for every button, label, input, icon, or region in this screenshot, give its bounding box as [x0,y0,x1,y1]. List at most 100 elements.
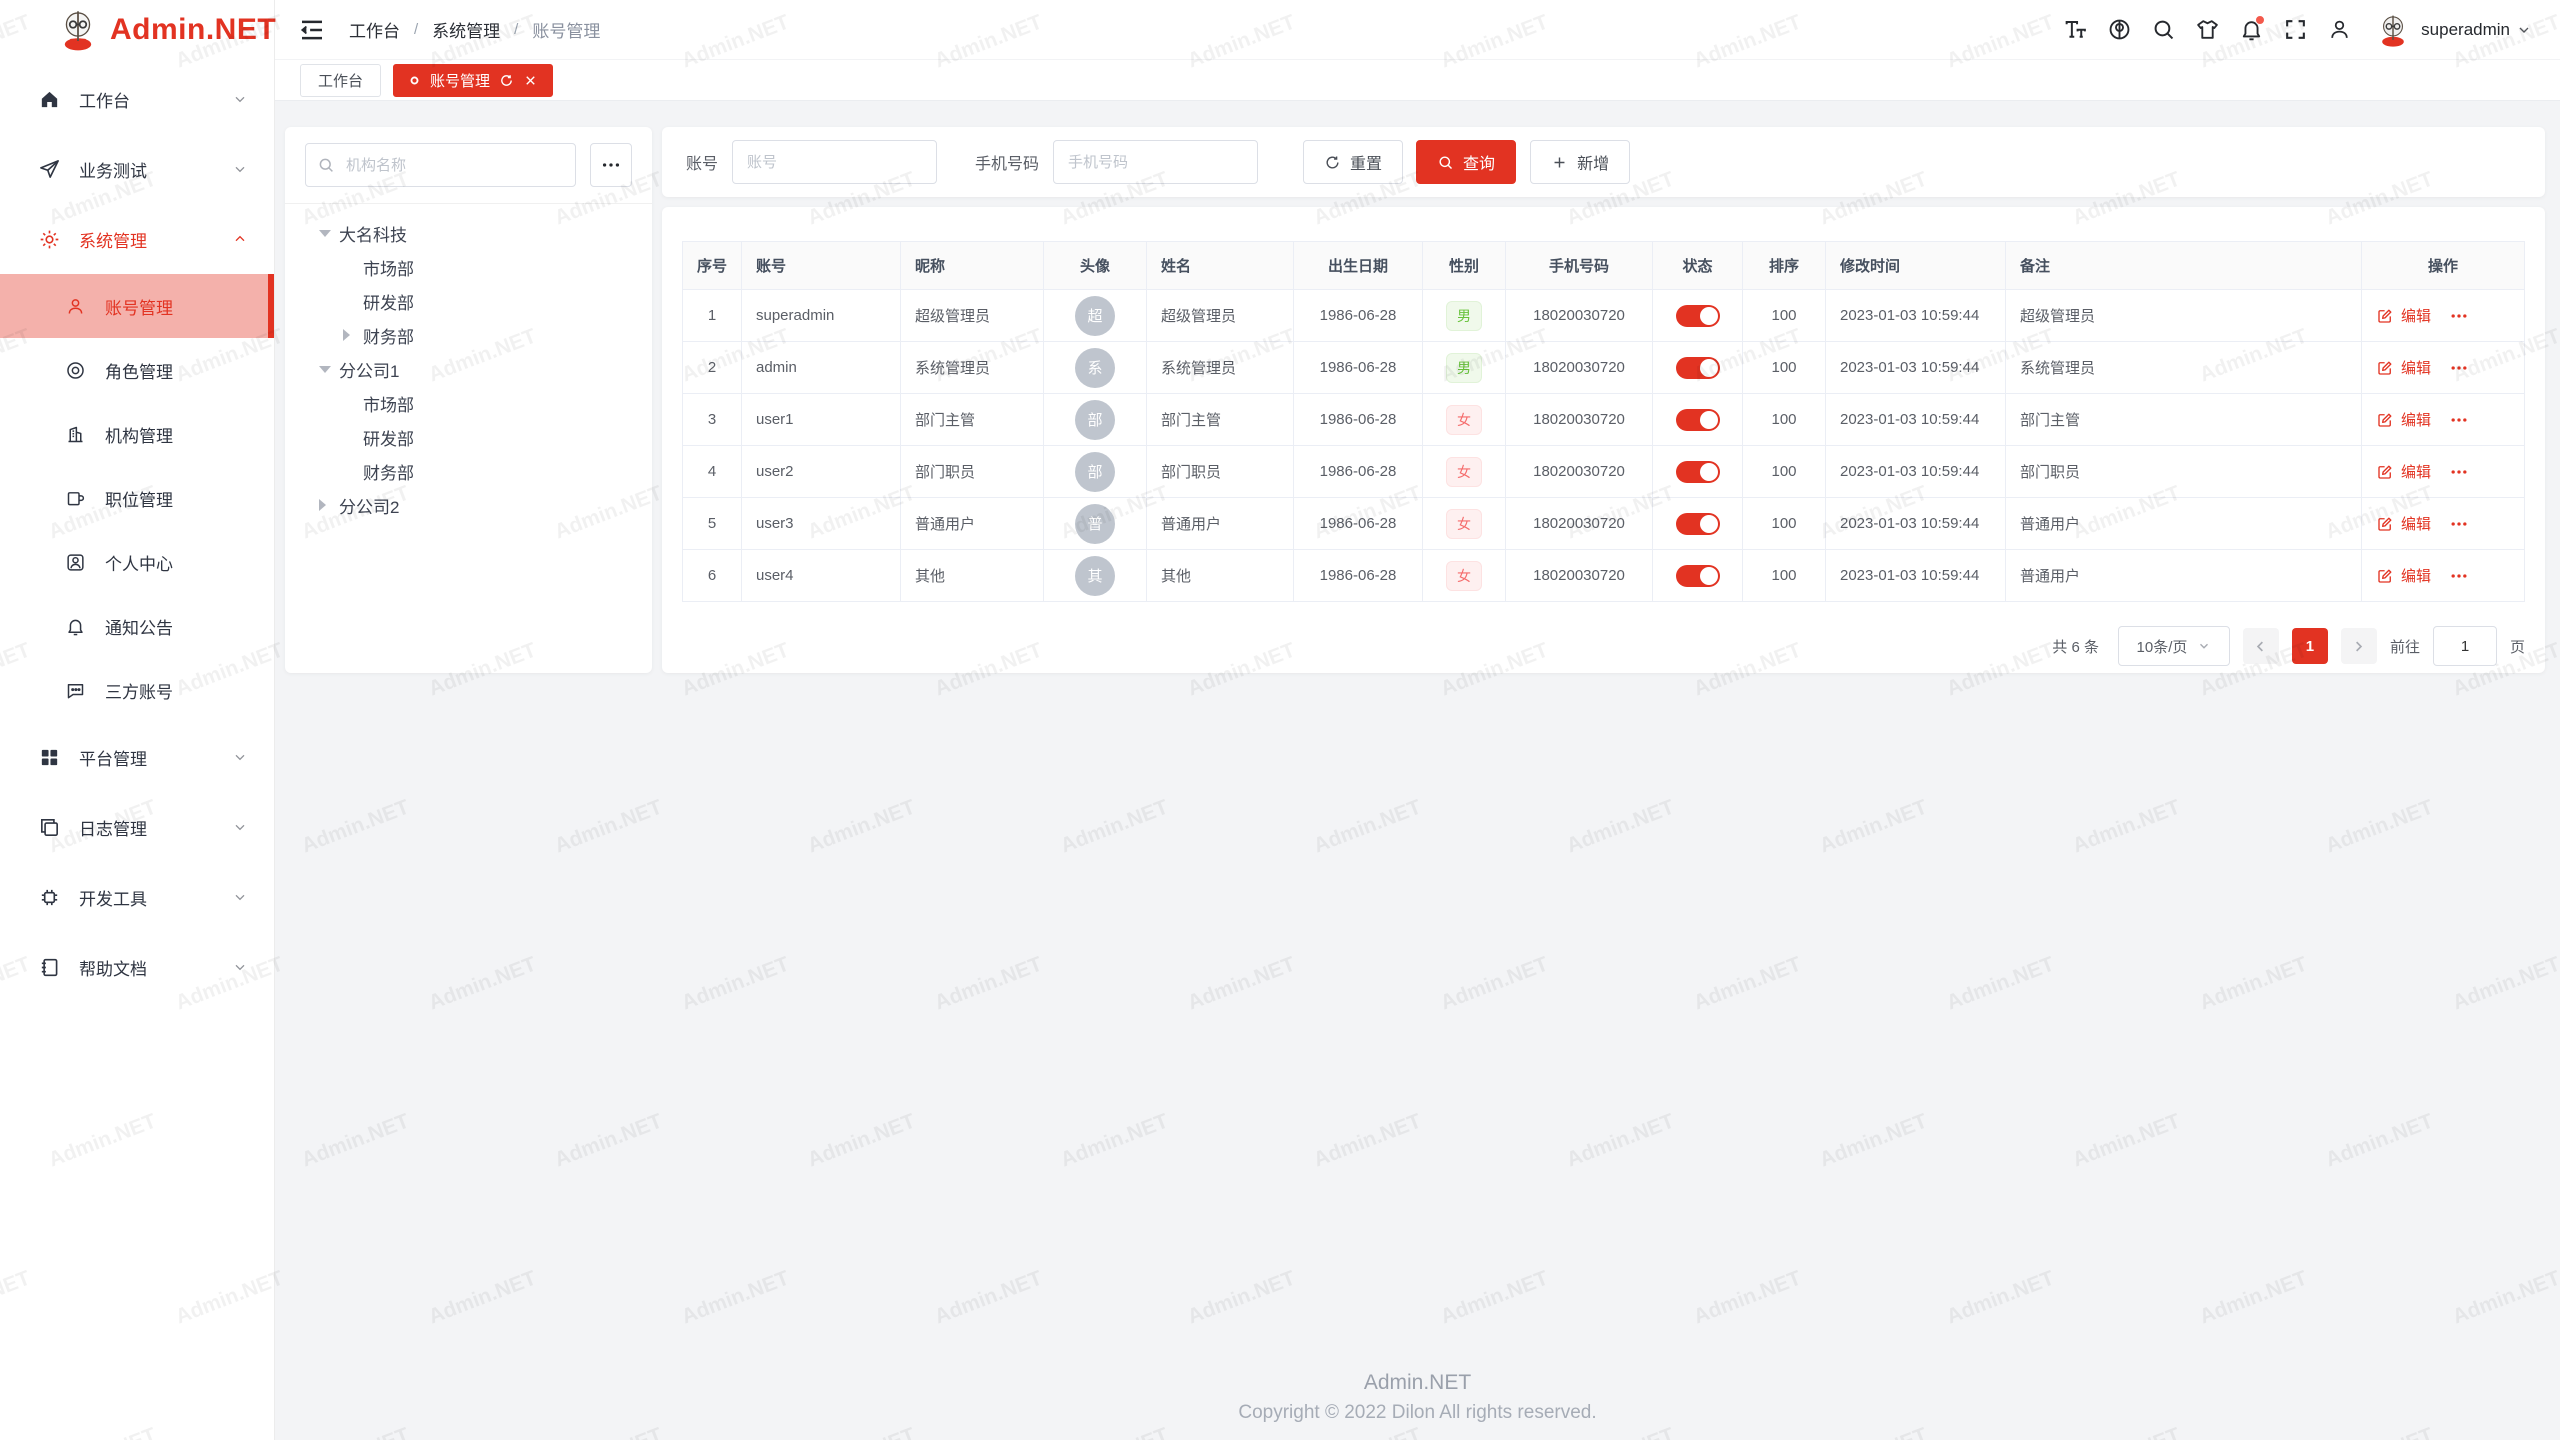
more-icon [2449,514,2469,534]
user-button[interactable] [2317,10,2361,50]
breadcrumb-item-system-admin[interactable]: 系统管理 [432,17,500,42]
cell-status [1653,498,1743,550]
tab-refresh-icon[interactable] [499,73,514,88]
sidebar-item-account-admin[interactable]: 账号管理 [0,274,274,338]
tree-expand-arrow-icon[interactable] [319,498,339,512]
logo[interactable]: Admin.NET [0,0,274,60]
sidebar-item-workbench[interactable]: 工作台 [0,64,274,134]
tree-node[interactable]: 市场部 [293,386,644,420]
edit-button[interactable]: 编辑 [2376,461,2431,482]
sidebar-item-org-admin[interactable]: 机构管理 [0,402,274,466]
org-name-search-input[interactable] [305,143,576,187]
edit-icon [2376,307,2394,325]
more-actions-button[interactable] [2449,410,2469,430]
status-toggle[interactable] [1676,409,1720,431]
sidebar-item-system-admin[interactable]: 系统管理 [0,204,274,274]
more-actions-button[interactable] [2449,306,2469,326]
menu-fold-icon[interactable] [297,15,327,45]
tree-node[interactable]: 研发部 [293,284,644,318]
user-avatar[interactable] [2375,12,2411,48]
table-row: 4user2部门职员部部门职员1986-06-28女18020030720100… [683,446,2525,498]
sidebar-item-help-docs[interactable]: 帮助文档 [0,932,274,1002]
sidebar-item-notice[interactable]: 通知公告 [0,594,274,658]
more-actions-button[interactable] [2449,566,2469,586]
chevron-down-icon [232,749,248,765]
sidebar-item-platform-admin[interactable]: 平台管理 [0,722,274,792]
tree-node[interactable]: 市场部 [293,250,644,284]
status-toggle[interactable] [1676,513,1720,535]
tree-node[interactable]: 财务部 [293,454,644,488]
page-size-select[interactable]: 10条/页 [2118,626,2230,666]
current-page-button[interactable]: 1 [2292,628,2328,664]
column-header-remark: 备注 [2006,242,2362,290]
doc-icon [38,956,61,979]
cell-nickname: 系统管理员 [901,342,1044,394]
more-actions-button[interactable] [2449,514,2469,534]
tree-more-button[interactable] [590,143,632,187]
cell-birthday: 1986-06-28 [1294,394,1423,446]
edit-label: 编辑 [2401,305,2431,326]
phone-filter-input[interactable] [1053,140,1258,184]
tree-node[interactable]: 分公司1 [293,352,644,386]
bell-icon [64,615,87,638]
notification-bell-button[interactable] [2229,10,2273,50]
tab-workbench[interactable]: 工作台 [300,64,381,97]
tree-node[interactable]: 研发部 [293,420,644,454]
fullscreen-button[interactable] [2273,10,2317,50]
tree-node[interactable]: 分公司2 [293,488,644,522]
add-button[interactable]: 新增 [1530,140,1630,184]
username[interactable]: superadmin [2421,20,2510,40]
sidebar-item-dev-tools[interactable]: 开发工具 [0,862,274,932]
edit-button[interactable]: 编辑 [2376,513,2431,534]
sidebar-item-third-party-account[interactable]: 三方账号 [0,658,274,722]
status-toggle[interactable] [1676,357,1720,379]
goto-page-input[interactable] [2433,626,2497,666]
cell-remark: 系统管理员 [2006,342,2362,394]
edit-button[interactable]: 编辑 [2376,409,2431,430]
status-toggle[interactable] [1676,565,1720,587]
row-actions: 编辑 [2376,461,2510,482]
sidebar-item-position-admin[interactable]: 职位管理 [0,466,274,530]
query-button[interactable]: 查询 [1416,140,1516,184]
tree-node[interactable]: 大名科技 [293,216,644,250]
reset-button[interactable]: 重置 [1303,140,1403,184]
tree-collapse-arrow-icon[interactable] [319,226,339,240]
status-toggle[interactable] [1676,305,1720,327]
cell-nickname: 普通用户 [901,498,1044,550]
gender-badge: 女 [1446,509,1482,539]
font-size-button[interactable] [2053,10,2097,50]
sidebar-item-personal-center[interactable]: 个人中心 [0,530,274,594]
search-button[interactable] [2141,10,2185,50]
tree-node[interactable]: 财务部 [293,318,644,352]
status-toggle[interactable] [1676,461,1720,483]
account-filter-input[interactable] [732,140,937,184]
edit-label: 编辑 [2401,565,2431,586]
sidebar-item-label: 开发工具 [79,885,232,910]
tree-expand-arrow-icon[interactable] [343,328,363,342]
more-actions-button[interactable] [2449,462,2469,482]
prev-page-button[interactable] [2243,628,2279,664]
edit-button[interactable]: 编辑 [2376,357,2431,378]
tree-collapse-arrow-icon[interactable] [319,362,339,376]
edit-button[interactable]: 编辑 [2376,305,2431,326]
more-actions-button[interactable] [2449,358,2469,378]
edit-icon [2376,567,2394,585]
cell-avatar: 部 [1044,446,1147,498]
sidebar-item-business-test[interactable]: 业务测试 [0,134,274,204]
next-page-button[interactable] [2341,628,2377,664]
sidebar-item-log-admin[interactable]: 日志管理 [0,792,274,862]
org-tree: 大名科技市场部研发部财务部分公司1市场部研发部财务部分公司2 [285,204,652,534]
cell-birthday: 1986-06-28 [1294,290,1423,342]
column-header-account: 账号 [742,242,901,290]
sidebar-item-role-admin[interactable]: 角色管理 [0,338,274,402]
language-button[interactable] [2097,10,2141,50]
tab-close-icon[interactable] [523,73,538,88]
edit-button[interactable]: 编辑 [2376,565,2431,586]
user-menu-chevron-down-icon[interactable] [2516,22,2532,38]
chevron-right-icon [2351,639,2366,654]
tab-account-admin[interactable]: 账号管理 [393,64,553,97]
user-icon [2327,17,2352,42]
cell-seq: 1 [683,290,742,342]
breadcrumb-item-workbench[interactable]: 工作台 [349,17,400,42]
theme-shirt-button[interactable] [2185,10,2229,50]
